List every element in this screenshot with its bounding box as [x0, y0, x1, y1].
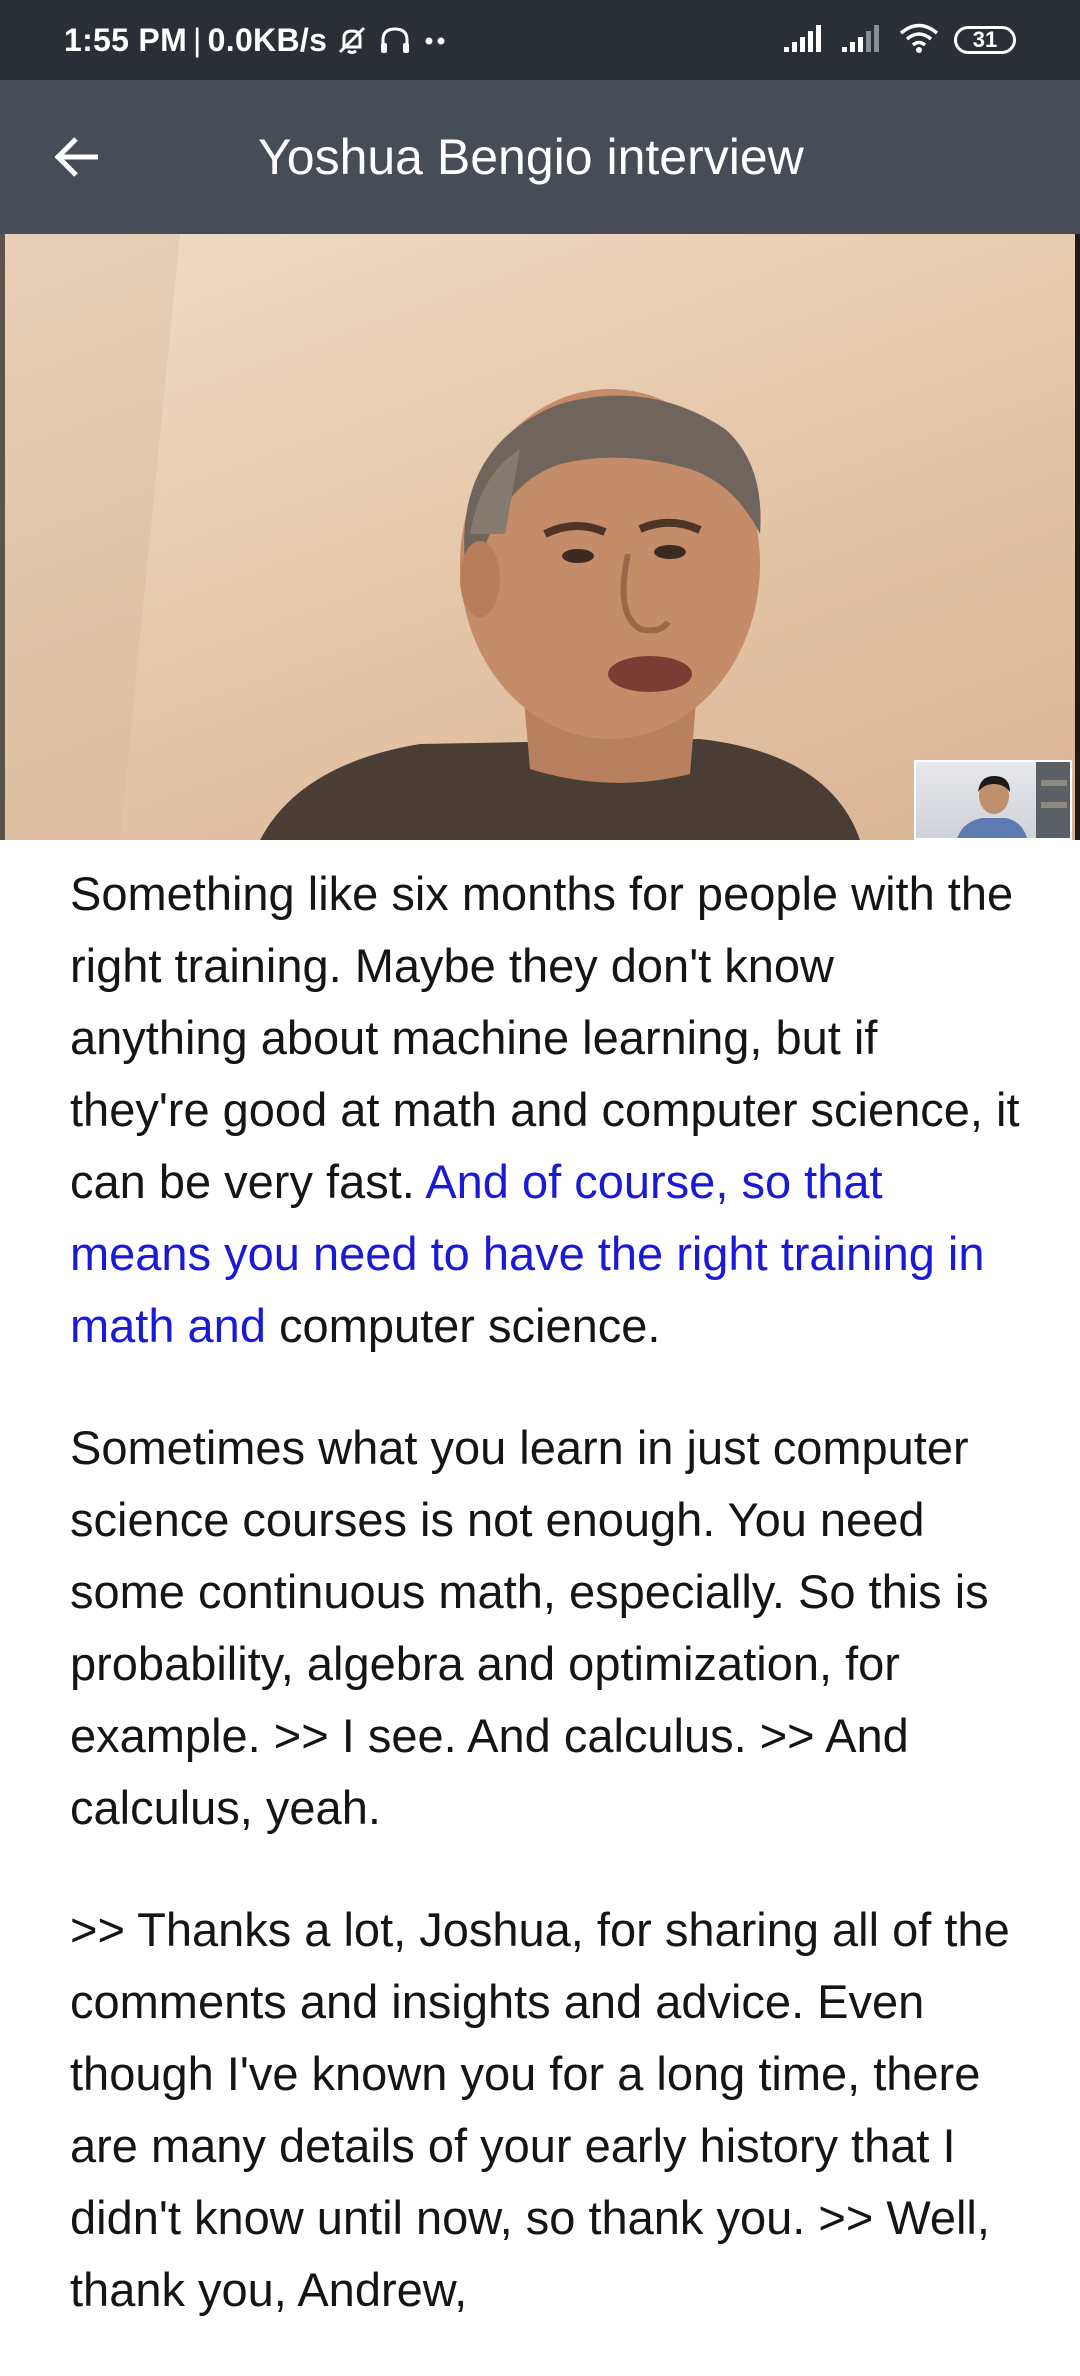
toolbar: Yoshua Bengio interview [0, 80, 1080, 234]
transcript-text: computer science. [265, 1299, 661, 1352]
interviewer-figure [957, 762, 1070, 838]
back-button[interactable] [50, 129, 106, 185]
transcript-paragraph: >> Thanks a lot, Joshua, for sharing all… [70, 1894, 1020, 2326]
status-time: 1:55 PM [64, 21, 188, 58]
wifi-icon [898, 22, 940, 59]
signal-icon [782, 23, 826, 58]
transcript-text: >> Thanks a lot, Joshua, for sharing all… [70, 1903, 1010, 2316]
transcript-text: Sometimes what you learn in just compute… [70, 1421, 989, 1834]
transcript: Something like six months for people wit… [70, 858, 1020, 2376]
interviewer-video[interactable] [914, 760, 1072, 840]
status-bar: 1:55 PM | 0.0KB/s 31 [0, 0, 1080, 80]
battery-level: 31 [972, 27, 998, 52]
status-separator: | [193, 21, 202, 58]
status-right: 31 [782, 22, 1016, 59]
video-player[interactable] [0, 234, 1080, 840]
signal-icon [840, 23, 884, 58]
status-left: 1:55 PM | 0.0KB/s [64, 22, 451, 59]
more-dots-icon [421, 23, 451, 57]
page-title: Yoshua Bengio interview [258, 129, 804, 185]
alarm-off-icon [335, 23, 369, 57]
speaker-video [0, 234, 860, 840]
battery-icon: 31 [954, 26, 1016, 54]
headphones-icon [377, 23, 413, 57]
transcript-paragraph: Sometimes what you learn in just compute… [70, 1412, 1020, 1844]
network-speed: 0.0KB/s [207, 21, 328, 58]
arrow-left-icon [54, 137, 98, 177]
transcript-paragraph: Something like six months for people wit… [70, 858, 1020, 1362]
